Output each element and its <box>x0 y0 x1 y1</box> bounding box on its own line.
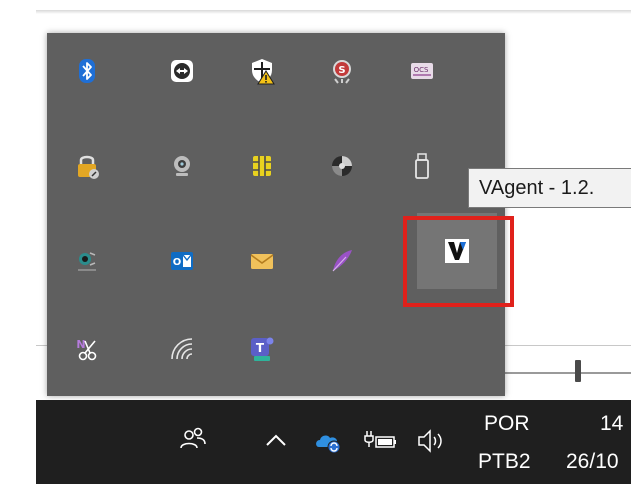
speaker-icon <box>418 429 442 453</box>
language-bottom-label: PTB2 <box>478 450 531 473</box>
gray-sphere-icon <box>332 156 352 176</box>
tray-item-s-app[interactable]: S <box>302 33 382 109</box>
ocs-app-icon: OCS <box>411 63 433 79</box>
clock-time: 14 <box>600 412 624 435</box>
battery-plug-icon <box>364 431 396 448</box>
tray-item-logitech[interactable] <box>47 223 127 299</box>
onenote-clipper-icon: N <box>76 338 97 361</box>
background-slider-thumb <box>575 360 581 382</box>
vagent-highlight-frame <box>403 216 514 307</box>
tray-item-teams[interactable]: T <box>222 311 302 387</box>
taskbar: POR PTB2 14 26/10 <box>36 400 631 484</box>
usb-drive-icon <box>415 153 429 179</box>
power-tray-item[interactable] <box>360 426 400 456</box>
wifi-icon <box>171 338 193 360</box>
bluetooth-icon <box>79 59 95 83</box>
lock-computer-icon <box>78 155 99 179</box>
people-icon <box>180 427 206 449</box>
tray-item-webcam[interactable] <box>142 128 222 204</box>
teams-new-icon: T <box>251 337 274 361</box>
tray-item-smart-card[interactable] <box>222 128 302 204</box>
tray-item-usb-drive[interactable] <box>382 128 462 204</box>
webcam-icon <box>174 156 190 176</box>
tray-item-ocs[interactable]: OCS <box>382 33 462 109</box>
background-slider-track <box>505 372 631 374</box>
onedrive-sync-icon <box>316 435 341 454</box>
tray-item-gray-sphere[interactable] <box>302 128 382 204</box>
svg-text:T: T <box>256 341 265 355</box>
hidden-icons-flyout: S OCS O N T <box>47 33 505 396</box>
show-hidden-icons-button[interactable] <box>262 427 290 455</box>
tray-item-wifi[interactable] <box>142 311 222 387</box>
tray-item-mail[interactable] <box>222 223 302 299</box>
tray-item-onenote-clipper[interactable]: N <box>47 311 127 387</box>
tray-item-feather[interactable] <box>302 223 382 299</box>
clock-button[interactable]: 14 26/10 <box>560 406 631 478</box>
smart-card-chip-icon <box>253 156 271 176</box>
windows-security-warning-icon <box>252 59 275 85</box>
chevron-up-icon <box>266 434 286 446</box>
language-top-label: POR <box>484 412 530 435</box>
purple-feather-icon <box>332 250 352 272</box>
tray-item-lock[interactable] <box>47 128 127 204</box>
vagent-tooltip: VAgent - 1.2. <box>468 168 631 208</box>
left-margin <box>0 0 36 484</box>
logitech-icon <box>78 252 96 271</box>
outlook-icon: O <box>171 252 193 270</box>
svg-text:O: O <box>173 257 182 268</box>
input-language-button[interactable]: POR PTB2 <box>474 406 554 478</box>
clock-date: 26/10 <box>566 450 619 473</box>
mail-envelope-icon <box>250 254 274 269</box>
s-app-icon: S <box>333 60 351 84</box>
people-button[interactable] <box>176 422 210 456</box>
svg-text:N: N <box>76 338 85 351</box>
tray-item-outlook[interactable]: O <box>142 223 222 299</box>
tray-item-bluetooth[interactable] <box>47 33 127 109</box>
svg-text:S: S <box>338 65 345 76</box>
window-edge-shadow <box>36 10 631 14</box>
onedrive-tray-item[interactable] <box>312 425 346 457</box>
volume-tray-item[interactable] <box>414 426 450 456</box>
tray-item-teamviewer[interactable] <box>142 33 222 109</box>
svg-text:OCS: OCS <box>414 66 429 74</box>
teamviewer-icon <box>171 60 193 82</box>
tray-item-windows-security[interactable] <box>222 33 302 109</box>
